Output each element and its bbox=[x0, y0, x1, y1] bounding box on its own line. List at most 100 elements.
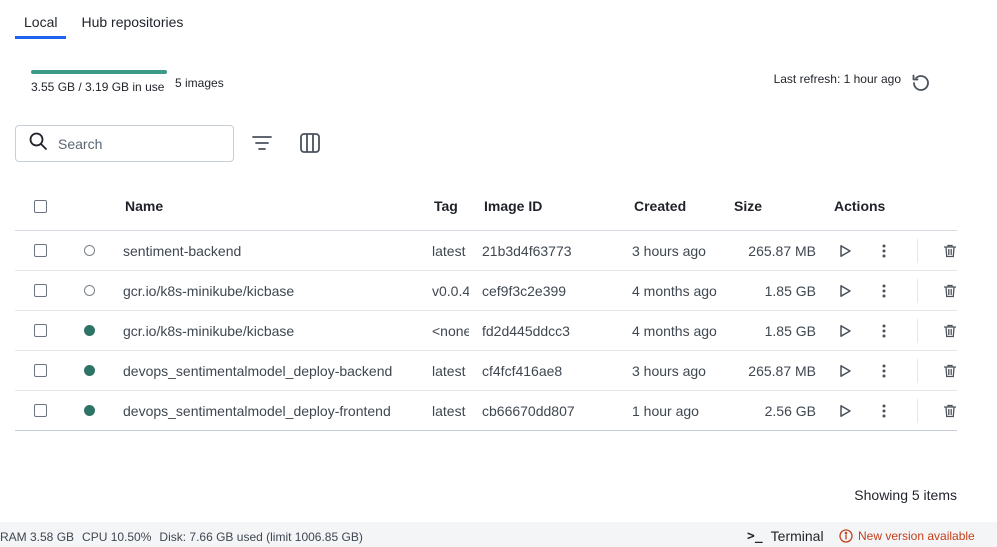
table-row[interactable]: devops_sentimentalmodel_deploy-backend l… bbox=[15, 351, 957, 391]
cpu-usage: CPU 10.50% bbox=[82, 530, 152, 544]
ram-usage: RAM 3.58 GB bbox=[0, 530, 75, 544]
image-tag: latest bbox=[432, 402, 466, 419]
terminal-button[interactable]: >_ Terminal bbox=[747, 528, 824, 544]
info-icon bbox=[839, 529, 853, 543]
delete-icon[interactable] bbox=[940, 321, 960, 341]
action-divider bbox=[917, 279, 918, 303]
run-icon[interactable] bbox=[835, 401, 855, 421]
disk-usage: 3.55 GB / 3.19 GB in use bbox=[31, 70, 167, 94]
run-icon[interactable] bbox=[835, 321, 855, 341]
table-row[interactable]: devops_sentimentalmodel_deploy-frontend … bbox=[15, 391, 957, 431]
search-box[interactable] bbox=[15, 125, 234, 162]
image-id: fd2d445ddcc3 bbox=[482, 322, 570, 339]
search-input[interactable] bbox=[58, 135, 218, 152]
select-all-checkbox-cell bbox=[34, 199, 47, 213]
search-icon bbox=[28, 131, 48, 156]
image-size: 265.87 MB bbox=[748, 362, 816, 379]
row-checkbox[interactable] bbox=[34, 284, 47, 297]
status-bar: RAM 3.58 GB CPU 10.50% Disk: 7.66 GB use… bbox=[0, 522, 997, 547]
image-created: 3 hours ago bbox=[632, 362, 706, 379]
image-name[interactable]: sentiment-backend bbox=[123, 243, 428, 259]
refresh-icon[interactable] bbox=[909, 71, 933, 95]
image-size: 1.85 GB bbox=[764, 282, 816, 299]
in-use-status-icon bbox=[84, 285, 95, 296]
image-size: 1.85 GB bbox=[764, 322, 816, 339]
delete-icon[interactable] bbox=[940, 241, 960, 261]
image-name[interactable]: gcr.io/k8s-minikube/kicbase bbox=[123, 323, 428, 339]
table-row[interactable]: gcr.io/k8s-minikube/kicbase v0.0.46 cef9… bbox=[15, 271, 957, 311]
image-size: 2.56 GB bbox=[764, 402, 816, 419]
more-options-icon[interactable] bbox=[874, 321, 894, 341]
more-options-icon[interactable] bbox=[874, 361, 894, 381]
header-tag[interactable]: Tag bbox=[434, 198, 458, 214]
delete-icon[interactable] bbox=[940, 361, 960, 381]
image-id: cf4fcf416ae8 bbox=[482, 362, 563, 379]
status-dot-cell bbox=[84, 405, 95, 416]
header-actions: Actions bbox=[834, 198, 886, 214]
usage-text: 3.55 GB / 3.19 GB in use bbox=[31, 80, 165, 94]
run-icon[interactable] bbox=[835, 241, 855, 261]
image-created: 4 months ago bbox=[632, 282, 717, 299]
row-checkbox[interactable] bbox=[34, 244, 47, 257]
image-tag: v0.0.46 bbox=[432, 282, 469, 299]
status-dot-cell bbox=[84, 325, 95, 336]
last-refresh: Last refresh: 1 hour ago bbox=[774, 72, 901, 86]
in-use-status-icon bbox=[84, 405, 95, 416]
image-size: 265.87 MB bbox=[748, 242, 816, 259]
run-icon[interactable] bbox=[835, 361, 855, 381]
row-checkbox[interactable] bbox=[34, 364, 47, 377]
filter-icon[interactable] bbox=[250, 131, 274, 155]
usage-bar bbox=[31, 70, 167, 74]
image-name[interactable]: gcr.io/k8s-minikube/kicbase bbox=[123, 283, 428, 299]
status-dot-cell bbox=[84, 365, 95, 376]
action-divider bbox=[917, 239, 918, 263]
more-options-icon[interactable] bbox=[874, 241, 894, 261]
header-size[interactable]: Size bbox=[734, 198, 762, 214]
header-name[interactable]: Name bbox=[125, 198, 163, 214]
row-checkbox[interactable] bbox=[34, 404, 47, 417]
delete-icon[interactable] bbox=[940, 401, 960, 421]
usage-bar-fill bbox=[31, 70, 167, 74]
row-checkbox-cell bbox=[34, 324, 47, 337]
more-options-icon[interactable] bbox=[874, 401, 894, 421]
image-name[interactable]: devops_sentimentalmodel_deploy-frontend bbox=[123, 403, 428, 419]
row-checkbox-cell bbox=[34, 364, 47, 377]
columns-icon[interactable] bbox=[298, 131, 322, 155]
image-created: 1 hour ago bbox=[632, 402, 699, 419]
resource-stats: RAM 3.58 GB CPU 10.50% Disk: 7.66 GB use… bbox=[0, 530, 371, 544]
image-count: 5 images bbox=[175, 76, 224, 90]
image-created: 3 hours ago bbox=[632, 242, 706, 259]
delete-icon[interactable] bbox=[940, 281, 960, 301]
status-dot-cell bbox=[84, 285, 95, 296]
image-name[interactable]: devops_sentimentalmodel_deploy-backend bbox=[123, 363, 428, 379]
row-checkbox[interactable] bbox=[34, 324, 47, 337]
table-row[interactable]: gcr.io/k8s-minikube/kicbase <none> fd2d4… bbox=[15, 311, 957, 351]
tab-local[interactable]: Local bbox=[15, 0, 67, 39]
image-tag: <none> bbox=[432, 322, 469, 339]
header-image-id[interactable]: Image ID bbox=[484, 198, 542, 214]
run-icon[interactable] bbox=[835, 281, 855, 301]
last-refresh-text: Last refresh: 1 hour ago bbox=[773, 72, 901, 86]
action-divider bbox=[917, 319, 918, 343]
action-divider bbox=[917, 359, 918, 383]
row-checkbox-cell bbox=[34, 244, 47, 257]
disk-usage-status: Disk: 7.66 GB used (limit 1006.85 GB) bbox=[159, 530, 363, 544]
more-options-icon[interactable] bbox=[874, 281, 894, 301]
new-version-label: New version available bbox=[858, 529, 975, 543]
new-version-link[interactable]: New version available bbox=[839, 529, 975, 543]
terminal-icon: >_ bbox=[747, 528, 763, 544]
image-id: cef9f3c2e399 bbox=[482, 282, 567, 299]
showing-count: Showing 5 items bbox=[854, 487, 957, 503]
select-all-checkbox[interactable] bbox=[34, 199, 47, 213]
image-id: cb66670dd807 bbox=[482, 402, 575, 419]
image-tag: latest bbox=[432, 242, 466, 259]
tab-hub-repositories[interactable]: Hub repositories bbox=[72, 0, 192, 39]
image-id: 21b3d4f63773 bbox=[482, 242, 572, 259]
image-tag: latest bbox=[432, 362, 466, 379]
table-body: sentiment-backend latest 21b3d4f63773 3 … bbox=[15, 231, 957, 431]
header-created[interactable]: Created bbox=[634, 198, 686, 214]
table-row[interactable]: sentiment-backend latest 21b3d4f63773 3 … bbox=[15, 231, 957, 271]
status-dot-cell bbox=[84, 245, 95, 256]
table-header: Name Tag Image ID Created Size Actions bbox=[15, 182, 957, 231]
row-checkbox-cell bbox=[34, 284, 47, 297]
